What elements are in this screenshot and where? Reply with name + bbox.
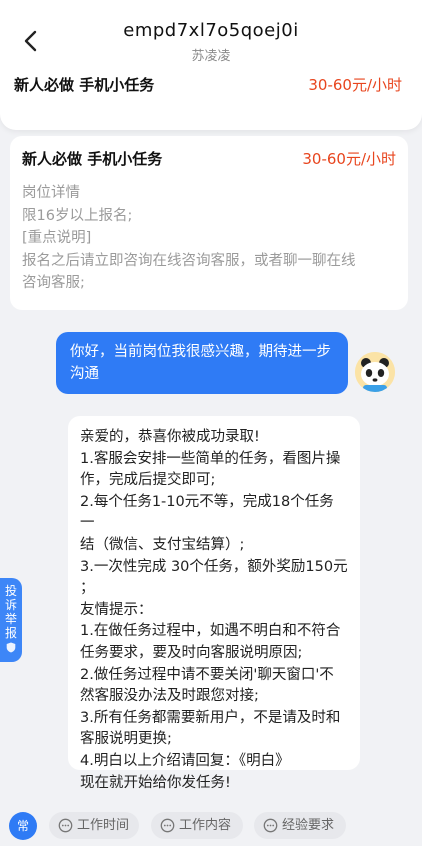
chat-header: empd7xl7o5qoej0i 苏凌凌 新人必做 手机小任务 30-60元/小… [0,0,422,130]
report-tab-char: 投 [4,584,17,598]
job-card-pay: 30-60元/小时 [302,150,396,168]
job-pay: 30-60元/小时 [308,76,402,94]
message-line: 然客服没办法及时跟您对接; [80,688,259,705]
chat-bubble-icon [58,818,73,833]
message-line: 2.做任务过程中请不要关闭'聊天窗口'不 [80,666,334,683]
message-line: 友情提示： [80,601,153,618]
chip-label: 工作内容 [179,818,232,833]
job-summary[interactable]: 新人必做 手机小任务 30-60元/小时 [14,74,402,98]
message-line: 1.在做任务过程中，如遇不明白和不符合 [80,623,341,640]
message-line: 任务要求，要及时向客服说明原因; [80,644,303,661]
message-line: 现在就开始给你发任务! [80,774,231,791]
job-card-line: 报名之后请立即咨询在线咨询客服，或者聊一聊在线 [22,252,356,269]
job-card-line: 咨询客服; [22,275,85,291]
message-line: 结（微信、支付宝结算）; [80,536,245,553]
chip-work-time[interactable]: 工作时间 [49,812,139,839]
job-card-line: 限16岁以上报名; [22,207,133,224]
job-card-name: 新人必做 手机小任务 [22,150,163,168]
avatar[interactable] [355,352,395,392]
message-line: 1.客服会安排一些简单的任务，看图片操 [80,450,341,467]
message-line: 3.一次性完成 30个任务，额外奖励150元 [80,558,348,575]
chat-subtitle: 苏凌凌 [191,49,231,64]
report-tab-char: 报 [4,626,17,640]
chip-work-content[interactable]: 工作内容 [151,812,243,839]
chat-title: empd7xl7o5qoej0i [123,20,299,41]
message-line: 作，完成后提交即可; [80,472,216,489]
message-line: 沟通 [70,366,99,382]
job-detail-card: 新人必做 手机小任务 30-60元/小时 岗位详情 限16岁以上报名; [重点说… [10,136,408,310]
report-tab-char: 举 [4,612,17,626]
chat-bubble-icon [263,818,278,833]
message-line: 你好，当前岗位我很感兴趣，期待进一步 [70,344,331,360]
message-line: 4.明白以上介绍请回复：《明白》 [80,752,290,769]
common-phrases-button[interactable]: 常 [9,812,37,840]
message-line: 客服说明更换; [80,731,172,748]
chip-label: 工作时间 [77,818,130,833]
report-tab-char: 诉 [4,598,17,612]
chat-bubble-icon [160,818,175,833]
job-card-body: 岗位详情 限16岁以上报名; [重点说明] 报名之后请立即咨询在线咨询客服，或者… [22,182,394,295]
message-line: 亲爱的，恭喜你被成功录取! [80,429,260,445]
my-message-bubble: 你好，当前岗位我很感兴趣，期待进一步 沟通 [56,332,348,394]
report-tab[interactable]: 投 诉 举 报 [0,578,22,662]
reply-message-bubble: 亲爱的，恭喜你被成功录取! 1.客服会安排一些简单的任务，看图片操 作，完成后提… [68,416,360,791]
panda-avatar-icon [355,352,395,392]
message-line: ； [80,580,95,597]
chip-label: 经验要求 [282,818,335,833]
shield-icon [6,642,16,653]
message-line: 2.每个任务1-10元不等，完成18个任务一 [80,493,334,532]
chip-experience[interactable]: 经验要求 [254,812,346,839]
message-line: 3.所有任务都需要新用户，不是请及时和 [80,709,341,726]
job-card-line: 岗位详情 [22,185,80,201]
quick-reply-bar: 常 工作时间 工作内容 经验要求 [0,800,422,846]
job-name: 新人必做 手机小任务 [14,76,155,94]
job-card-line: [重点说明] [22,230,92,246]
